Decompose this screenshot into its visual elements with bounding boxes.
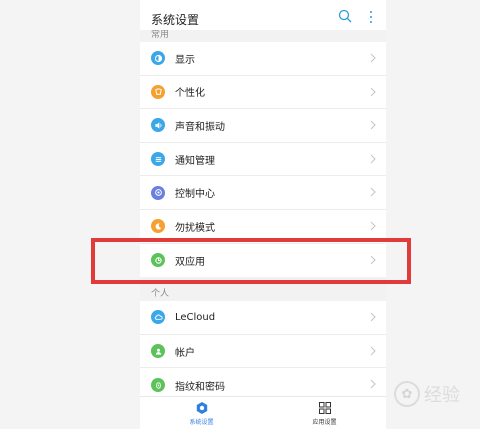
settings-icon	[196, 401, 207, 414]
tab-system-settings[interactable]: 系统设置	[140, 397, 263, 429]
tab-label: 系统设置	[189, 418, 214, 426]
more-options-icon[interactable]	[368, 10, 374, 24]
chevron-right-icon	[370, 87, 376, 96]
phone-screen: 系统设置 常用 显示 个性化 声音和振动 通知管理 控制中心 勿扰模式 双应用 …	[140, 0, 386, 429]
chevron-right-icon	[370, 154, 376, 164]
chevron-right-icon	[370, 188, 376, 197]
settings-item-label: 控制中心	[175, 189, 215, 201]
fingerprint-icon	[151, 378, 165, 393]
chevron-right-icon	[370, 346, 376, 356]
cloud-icon	[151, 310, 165, 325]
tab-app-settings[interactable]: 应用设置	[263, 397, 386, 429]
settings-item-label: 指纹和密码	[175, 381, 225, 393]
settings-item-lecloud[interactable]: LeCloud	[140, 301, 386, 335]
watermark-text: 经验	[424, 385, 460, 406]
account-icon	[151, 344, 165, 359]
settings-group-personal: LeCloud 帐户 指纹和密码	[140, 301, 386, 402]
dnd-icon	[151, 219, 165, 234]
app-bar: 系统设置	[140, 6, 386, 30]
settings-item-label: 勿扰模式	[175, 222, 215, 234]
personalize-icon	[151, 84, 165, 99]
background-left	[0, 0, 140, 429]
paw-icon: ✿	[394, 381, 420, 407]
control-center-icon	[151, 185, 165, 200]
section-header-personal: 个人	[140, 289, 386, 302]
highlight-box	[91, 238, 411, 284]
page-title: 系统设置	[151, 13, 200, 27]
settings-item-display[interactable]: 显示	[140, 42, 386, 76]
apps-grid-icon	[318, 401, 331, 414]
chevron-right-icon	[370, 120, 376, 130]
chevron-right-icon	[370, 379, 376, 389]
watermark: ✿ 经验	[394, 381, 460, 407]
bottom-nav: 系统设置 应用设置	[140, 396, 386, 429]
chevron-right-icon	[370, 53, 376, 63]
settings-item-personalize[interactable]: 个性化	[140, 76, 386, 110]
settings-item-notifications[interactable]: 通知管理	[140, 143, 386, 177]
chevron-right-icon	[370, 221, 376, 231]
settings-item-label: 帐户	[175, 347, 195, 359]
display-icon	[151, 51, 165, 66]
settings-item-account[interactable]: 帐户	[140, 335, 386, 369]
search-icon[interactable]	[338, 9, 352, 23]
sound-icon	[151, 118, 165, 133]
chevron-right-icon	[370, 312, 376, 322]
settings-item-label: LeCloud	[175, 311, 216, 323]
notification-icon	[151, 152, 165, 167]
settings-item-label: 声音和振动	[175, 121, 225, 133]
background-right	[386, 0, 480, 429]
settings-item-label: 显示	[175, 54, 195, 66]
settings-item-label: 个性化	[175, 88, 205, 100]
settings-item-label: 通知管理	[175, 155, 215, 167]
section-header-common: 常用	[140, 30, 386, 42]
settings-item-control-center[interactable]: 控制中心	[140, 176, 386, 210]
tab-label: 应用设置	[312, 418, 337, 426]
settings-item-sound[interactable]: 声音和振动	[140, 109, 386, 143]
